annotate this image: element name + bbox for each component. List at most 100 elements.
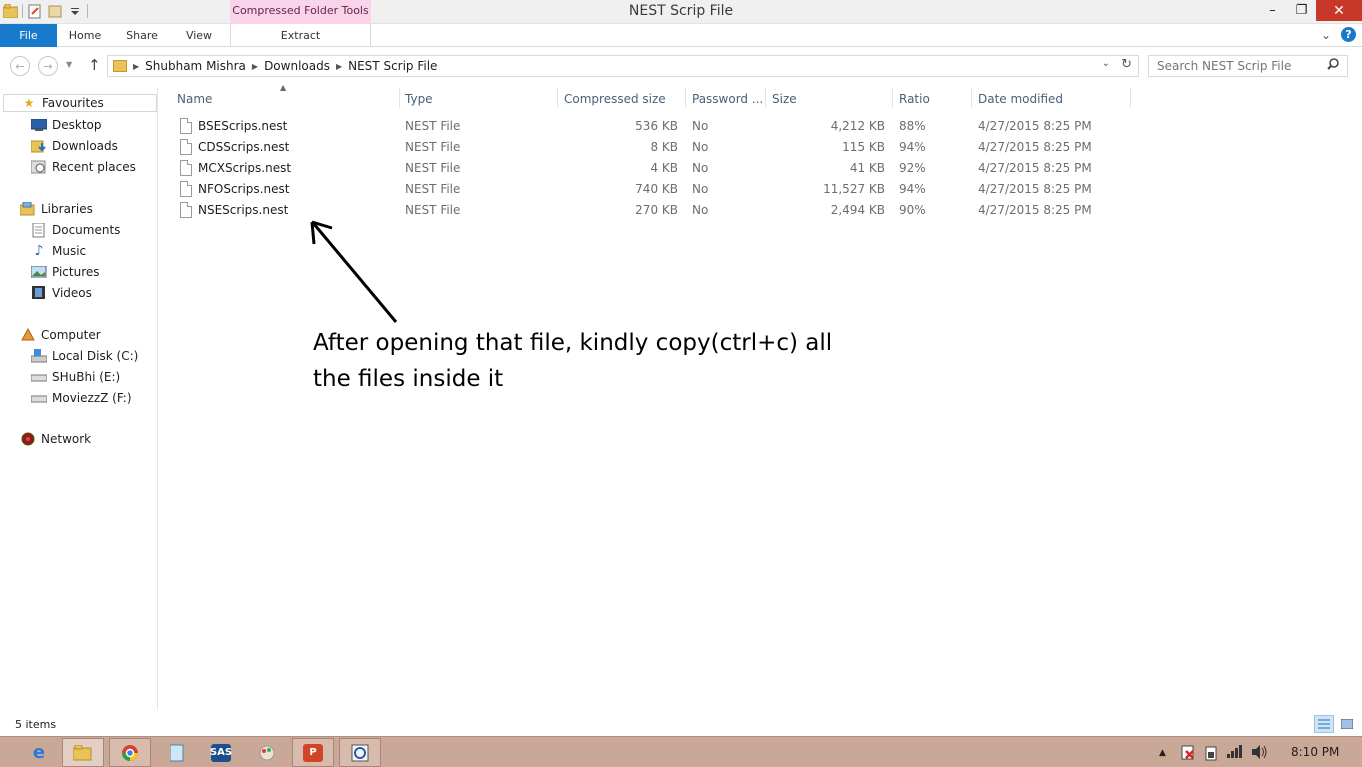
minimize-button[interactable]: – xyxy=(1258,0,1287,21)
file-icon xyxy=(180,160,192,176)
nav-music[interactable]: ♪ Music xyxy=(31,242,87,260)
nav-pictures[interactable]: Pictures xyxy=(31,263,100,281)
search-icon[interactable] xyxy=(1327,58,1339,73)
tab-extract[interactable]: Extract xyxy=(230,24,371,47)
search-input[interactable] xyxy=(1148,55,1348,77)
volume-icon[interactable] xyxy=(1251,745,1269,762)
column-divider[interactable] xyxy=(892,88,893,108)
folder-app-icon[interactable] xyxy=(2,3,18,19)
nav-downloads[interactable]: Downloads xyxy=(31,137,118,155)
column-header-size[interactable]: Size xyxy=(772,89,797,109)
drive-icon xyxy=(31,391,47,405)
refresh-icon[interactable]: ↻ xyxy=(1121,57,1132,72)
new-folder-icon[interactable] xyxy=(47,3,63,19)
taskbar-clock[interactable]: 8:10 PM xyxy=(1291,745,1339,759)
action-center-icon[interactable] xyxy=(1180,745,1196,764)
column-divider[interactable] xyxy=(399,88,400,108)
file-type: NEST File xyxy=(405,161,461,175)
close-button[interactable]: ✕ xyxy=(1316,0,1362,21)
nav-drive-f[interactable]: MoviezzZ (F:) xyxy=(31,389,132,407)
details-view-icon xyxy=(1318,719,1330,729)
taskbar-chrome[interactable] xyxy=(109,738,151,767)
file-ratio: 94% xyxy=(899,140,926,154)
column-header-password[interactable]: Password ... xyxy=(692,89,763,109)
address-bar[interactable]: ▶ Shubham Mishra ▶ Downloads ▶ NEST Scri… xyxy=(107,55,1139,77)
forward-button[interactable]: → xyxy=(38,56,58,76)
file-row[interactable]: BSEScrips.nest NEST File 536 KB No 4,212… xyxy=(177,116,1277,136)
column-header-type[interactable]: Type xyxy=(405,89,433,109)
taskbar-remote[interactable] xyxy=(339,738,381,767)
quick-access-toolbar xyxy=(2,3,88,19)
address-row: ← → ▼ ↑ ▶ Shubham Mishra ▶ Downloads ▶ N… xyxy=(0,48,1362,84)
column-header-name[interactable]: Name xyxy=(177,89,212,109)
file-row[interactable]: NFOScrips.nest NEST File 740 KB No 11,52… xyxy=(177,179,1277,199)
column-header-compressed-size[interactable]: Compressed size xyxy=(564,89,666,109)
nav-label: Desktop xyxy=(52,118,102,132)
nav-libraries[interactable]: Libraries xyxy=(20,200,93,218)
address-dropdown-icon[interactable]: ⌄ xyxy=(1102,58,1110,69)
file-row[interactable]: MCXScrips.nest NEST File 4 KB No 41 KB 9… xyxy=(177,158,1277,178)
nav-local-disk-c[interactable]: Local Disk (C:) xyxy=(31,347,138,365)
column-divider[interactable] xyxy=(765,88,766,108)
file-password: No xyxy=(692,182,709,196)
taskbar-ie[interactable]: e xyxy=(18,738,60,767)
taskbar-paint[interactable] xyxy=(246,738,288,767)
customize-toolbar-icon[interactable] xyxy=(67,3,83,19)
file-name: BSEScrips.nest xyxy=(198,119,288,133)
tab-home[interactable]: Home xyxy=(57,24,113,47)
show-hidden-icons-icon[interactable]: ▲ xyxy=(1159,748,1166,758)
breadcrumb-current-folder[interactable]: NEST Scrip File xyxy=(348,59,437,73)
tab-share[interactable]: Share xyxy=(113,24,171,47)
file-date-modified: 4/27/2015 8:25 PM xyxy=(978,140,1092,154)
recent-places-icon xyxy=(31,160,47,174)
restore-button[interactable]: ❐ xyxy=(1287,0,1316,21)
nav-recent-places[interactable]: Recent places xyxy=(31,158,136,176)
tab-view[interactable]: View xyxy=(171,24,227,47)
column-divider[interactable] xyxy=(971,88,972,108)
back-button[interactable]: ← xyxy=(10,56,30,76)
breadcrumb-chevron-icon[interactable]: ▶ xyxy=(133,62,139,71)
breadcrumb-user[interactable]: Shubham Mishra xyxy=(145,59,246,73)
column-divider[interactable] xyxy=(557,88,558,108)
taskbar-notepad[interactable] xyxy=(156,738,198,767)
column-divider[interactable] xyxy=(1130,88,1131,108)
breadcrumb-downloads[interactable]: Downloads xyxy=(264,59,330,73)
file-ratio: 92% xyxy=(899,161,926,175)
annotation-text: After opening that file, kindly copy(ctr… xyxy=(313,325,853,397)
breadcrumb-chevron-icon[interactable]: ▶ xyxy=(336,62,342,71)
nav-network[interactable]: Network xyxy=(20,430,91,448)
large-icons-view-button[interactable] xyxy=(1337,715,1357,733)
file-password: No xyxy=(692,119,709,133)
up-button[interactable]: ↑ xyxy=(88,56,101,74)
local-disk-icon xyxy=(31,349,47,363)
nav-documents[interactable]: Documents xyxy=(31,221,120,239)
taskbar: e SAS P ▲ 8:10 PM xyxy=(0,736,1362,767)
help-icon[interactable]: ? xyxy=(1341,27,1356,42)
taskbar-sas[interactable]: SAS xyxy=(200,738,242,767)
expand-ribbon-icon[interactable]: ⌄ xyxy=(1321,28,1331,42)
file-password: No xyxy=(692,161,709,175)
nav-computer[interactable]: Computer xyxy=(20,326,101,344)
column-divider[interactable] xyxy=(685,88,686,108)
file-row[interactable]: CDSScrips.nest NEST File 8 KB No 115 KB … xyxy=(177,137,1277,157)
breadcrumb-chevron-icon[interactable]: ▶ xyxy=(252,62,258,71)
power-icon[interactable] xyxy=(1204,745,1218,764)
details-view-button[interactable] xyxy=(1314,715,1334,733)
column-header-date-modified[interactable]: Date modified xyxy=(978,89,1063,109)
nav-favourites[interactable]: ★ Favourites xyxy=(3,94,157,112)
compressed-folder-tools-header: Compressed Folder Tools xyxy=(230,0,371,24)
paint-icon xyxy=(259,745,275,760)
taskbar-file-explorer[interactable] xyxy=(62,738,104,767)
column-header-ratio[interactable]: Ratio xyxy=(899,89,930,109)
recent-locations-icon[interactable]: ▼ xyxy=(66,60,72,69)
nav-videos[interactable]: Videos xyxy=(31,284,92,302)
nav-desktop[interactable]: Desktop xyxy=(31,116,102,134)
tab-file[interactable]: File xyxy=(0,24,57,47)
properties-icon[interactable] xyxy=(27,3,43,19)
file-icon xyxy=(180,181,192,197)
taskbar-powerpoint[interactable]: P xyxy=(292,738,334,767)
nav-drive-e[interactable]: SHuBhi (E:) xyxy=(31,368,120,386)
drive-icon xyxy=(31,370,47,384)
network-signal-icon[interactable] xyxy=(1227,745,1245,762)
nav-label: Libraries xyxy=(41,202,93,216)
